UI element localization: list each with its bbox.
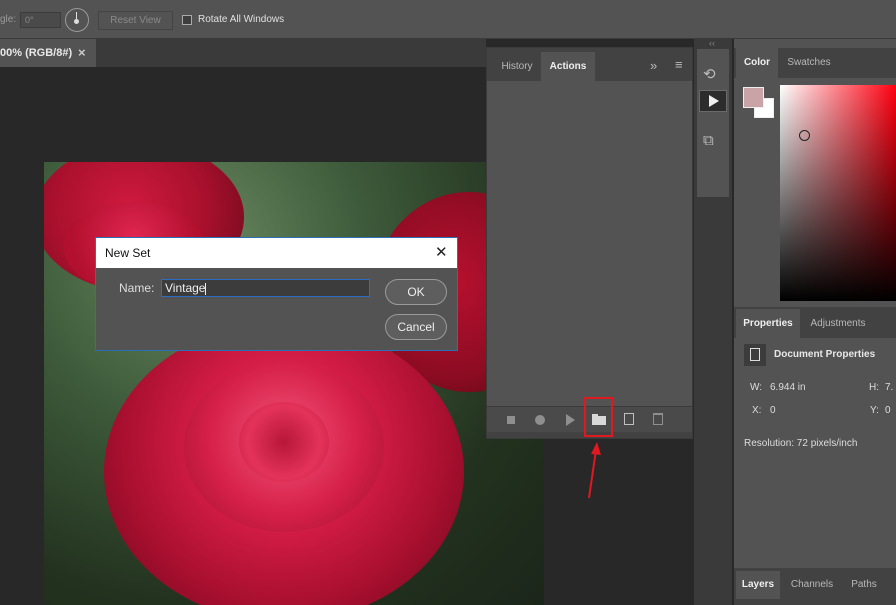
rotation-dial[interactable] bbox=[65, 8, 89, 32]
rotate-all-checkbox[interactable] bbox=[182, 15, 192, 25]
width-value[interactable]: 6.944 in bbox=[770, 382, 806, 393]
reset-view-button[interactable]: Reset View bbox=[98, 11, 173, 30]
name-input[interactable]: Vintage bbox=[161, 279, 370, 297]
panel-dock: ‹‹ ⟲ ⧉ bbox=[694, 38, 732, 605]
y-label: Y: bbox=[870, 405, 879, 416]
trash-icon[interactable] bbox=[653, 413, 663, 425]
name-input-value: Vintage bbox=[165, 281, 206, 295]
ok-button[interactable]: OK bbox=[385, 279, 447, 305]
tab-swatches[interactable]: Swatches bbox=[778, 48, 840, 78]
stop-icon[interactable] bbox=[507, 416, 515, 424]
dock-collapse-icon[interactable]: ‹‹ bbox=[709, 38, 715, 48]
tab-actions[interactable]: Actions bbox=[541, 52, 595, 81]
tab-color[interactable]: Color bbox=[736, 48, 778, 78]
tab-paths[interactable]: Paths bbox=[844, 571, 884, 599]
height-label: H: bbox=[869, 382, 879, 393]
rotate-all-label: Rotate All Windows bbox=[198, 14, 285, 25]
color-picker-cursor[interactable] bbox=[799, 130, 810, 141]
dialog-title: New Set bbox=[105, 246, 151, 260]
close-icon[interactable]: × bbox=[78, 45, 86, 60]
color-field[interactable] bbox=[780, 85, 896, 301]
width-label: W: bbox=[750, 382, 763, 393]
right-panel-column: Color Swatches Properties Adjustments Do… bbox=[734, 39, 896, 605]
foreground-swatch[interactable] bbox=[743, 87, 764, 108]
collapse-icon[interactable]: » bbox=[650, 58, 657, 73]
y-value[interactable]: 0 bbox=[885, 405, 891, 416]
play-icon bbox=[709, 95, 719, 107]
angle-label: gle: bbox=[0, 14, 17, 25]
highlight-box bbox=[584, 397, 613, 437]
tab-channels[interactable]: Channels bbox=[784, 571, 840, 599]
options-bar: gle: 0° Reset View Rotate All Windows bbox=[0, 0, 896, 39]
height-value[interactable]: 7. bbox=[885, 382, 893, 393]
history-brush-icon[interactable]: ⟲ bbox=[703, 65, 716, 83]
angle-input[interactable]: 0° bbox=[20, 12, 61, 28]
tab-properties[interactable]: Properties bbox=[736, 309, 800, 338]
cancel-button[interactable]: Cancel bbox=[385, 314, 447, 340]
tab-history[interactable]: History bbox=[491, 52, 543, 81]
panel-menu-icon[interactable]: ≡ bbox=[675, 57, 683, 72]
actions-dock-button[interactable] bbox=[699, 90, 727, 112]
annotation-arrow bbox=[588, 442, 601, 499]
name-label: Name: bbox=[119, 281, 155, 295]
document-properties-heading: Document Properties bbox=[774, 349, 876, 360]
tab-adjustments[interactable]: Adjustments bbox=[800, 309, 876, 338]
dialog-titlebar: New Set ✕ bbox=[96, 238, 457, 268]
dial-center bbox=[74, 19, 79, 24]
actions-panel: History Actions » ≡ bbox=[486, 47, 693, 439]
x-value[interactable]: 0 bbox=[770, 405, 776, 416]
document-tab[interactable]: 00% (RGB/8#) × bbox=[0, 39, 96, 67]
record-icon[interactable] bbox=[535, 415, 545, 425]
close-icon[interactable]: ✕ bbox=[435, 243, 448, 261]
play-icon[interactable] bbox=[566, 414, 575, 426]
resolution-text: Resolution: 72 pixels/inch bbox=[744, 438, 858, 449]
rose-photo bbox=[44, 162, 544, 605]
document-icon bbox=[744, 344, 766, 366]
x-label: X: bbox=[752, 405, 762, 416]
new-set-dialog: New Set ✕ Name: Vintage OK Cancel bbox=[95, 237, 458, 351]
document-tab-title: 00% (RGB/8#) bbox=[0, 47, 73, 59]
transform-icon[interactable]: ⧉ bbox=[703, 132, 714, 149]
new-action-icon[interactable] bbox=[624, 413, 634, 425]
tab-layers[interactable]: Layers bbox=[736, 571, 780, 599]
text-cursor bbox=[205, 282, 207, 295]
